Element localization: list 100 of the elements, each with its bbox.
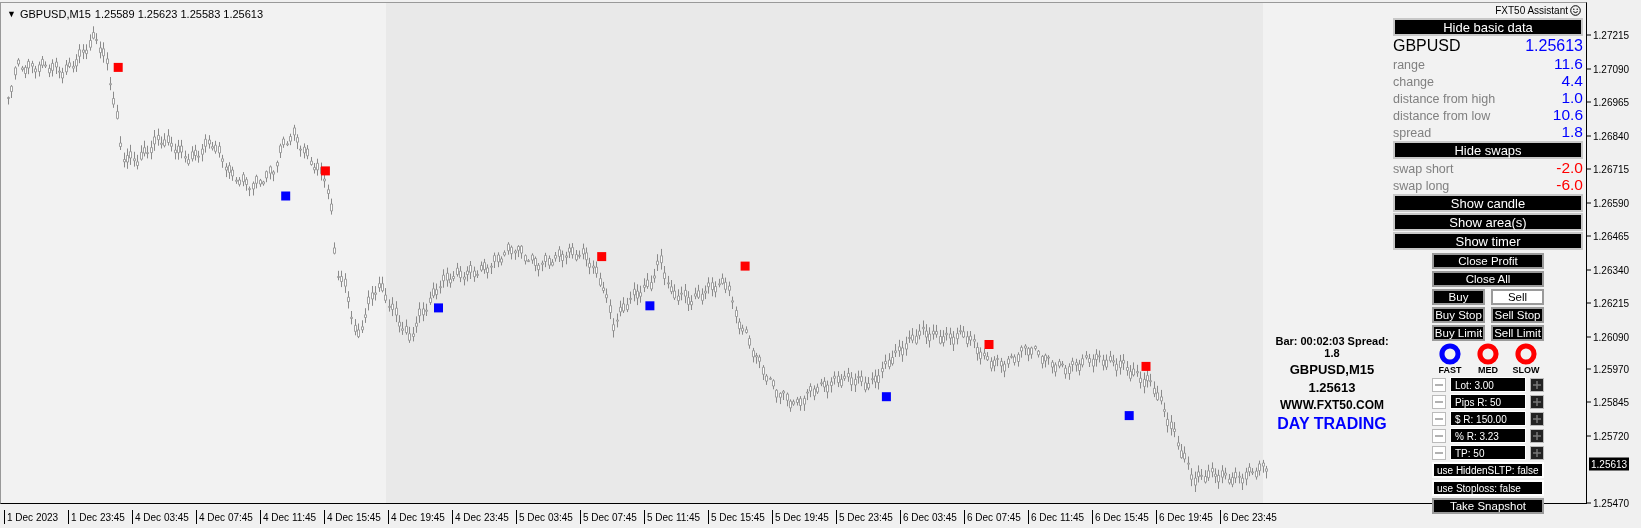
option-toggle[interactable]: use HiddenSLTP: false — [1432, 462, 1544, 478]
time-tick: 6 Dec 03:45 — [900, 509, 964, 524]
plus-icon[interactable] — [1530, 411, 1544, 426]
price-tick: 1.26590 — [1593, 197, 1630, 208]
stat-value: 10.6 — [1552, 107, 1583, 123]
toggle-button[interactable]: Hide basic data — [1393, 18, 1583, 36]
stat-value: 1.8 — [1561, 124, 1583, 140]
toggle-button[interactable]: Show area(s) — [1393, 213, 1583, 231]
menu-arrow[interactable]: ▼ — [7, 9, 16, 19]
smiley-icon — [1570, 4, 1581, 16]
price-tick: 1.26965 — [1593, 96, 1630, 108]
time-tick: 4 Dec 07:45 — [196, 509, 260, 524]
price-tick: 1.26090 — [1593, 331, 1630, 342]
order-button[interactable]: Sell — [1491, 289, 1544, 305]
signal-marker — [645, 301, 655, 311]
current-price: 1.25613 — [1589, 457, 1630, 471]
snapshot-button[interactable]: Take Snapshot — [1432, 498, 1544, 514]
signal-marker — [1124, 411, 1134, 421]
time-tick: 4 Dec 03:45 — [132, 509, 196, 524]
price-tick: 1.25720 — [1593, 430, 1630, 442]
price-tick: 1.25845 — [1593, 396, 1630, 408]
price-tick: 1.27215 — [1593, 29, 1630, 41]
price-label: 1.25613 — [1308, 380, 1356, 395]
plus-icon[interactable] — [1530, 445, 1544, 460]
signal-marker — [740, 261, 750, 271]
speed-label: SLOW — [1512, 365, 1540, 375]
signal-marker — [1141, 361, 1151, 371]
close-button[interactable]: Close Profit — [1432, 253, 1544, 269]
value-field[interactable]: TP: 50 — [1450, 445, 1526, 460]
toggle-button[interactable]: Hide swaps — [1393, 141, 1583, 159]
pending-order-button[interactable]: Buy Limit — [1432, 325, 1485, 341]
minus-icon[interactable] — [1432, 445, 1446, 460]
time-tick: 6 Dec 15:45 — [1092, 509, 1156, 524]
value-field[interactable]: Lot: 3.00 — [1450, 377, 1526, 392]
time-tick: 6 Dec 11:45 — [1028, 509, 1092, 524]
ring-icon[interactable] — [1515, 343, 1537, 365]
minus-icon[interactable] — [1432, 394, 1446, 409]
time-tick: 5 Dec 11:45 — [644, 509, 708, 524]
price-tick: 1.26215 — [1593, 297, 1630, 309]
symbol-label: GBPUSD — [1393, 37, 1461, 55]
value-field[interactable]: % R: 3.23 — [1450, 428, 1526, 443]
bar-info: Bar: 00:02:03 Spread: 1.8 — [1274, 335, 1390, 359]
time-tick: 5 Dec 19:45 — [772, 509, 836, 524]
price-tick: 1.26715 — [1593, 163, 1630, 175]
price-tick: 1.27090 — [1593, 63, 1630, 74]
toggle-button[interactable]: Show timer — [1393, 232, 1583, 250]
price-tick: 1.26340 — [1593, 264, 1630, 275]
signal-marker — [320, 166, 330, 176]
time-tick: 1 Dec 2023 — [4, 509, 68, 524]
stat-value: 4.4 — [1561, 73, 1583, 89]
pending-order-button[interactable]: Sell Stop — [1491, 307, 1544, 323]
time-tick: 4 Dec 19:45 — [388, 509, 452, 524]
option-toggle[interactable]: use Stoploss: false — [1432, 480, 1544, 496]
stat-value: -6.0 — [1556, 177, 1583, 193]
stat-label: range — [1393, 57, 1425, 73]
stat-value: 1.0 — [1561, 90, 1583, 106]
close-button[interactable]: Close All — [1432, 271, 1544, 287]
signal-marker — [984, 340, 994, 349]
value-field[interactable]: Pips R: 50 — [1450, 394, 1526, 409]
time-tick: 6 Dec 23:45 — [1220, 509, 1284, 524]
pending-order-button[interactable]: Sell Limit — [1491, 325, 1544, 341]
minus-icon[interactable] — [1432, 377, 1446, 392]
pending-order-button[interactable]: Buy Stop — [1432, 307, 1485, 323]
stat-label: spread — [1393, 125, 1432, 141]
signal-marker — [113, 62, 123, 72]
time-tick: 4 Dec 23:45 — [452, 509, 516, 524]
time-tick: 4 Dec 15:45 — [324, 509, 388, 524]
website-label: WWW.FXT50.COM — [1280, 398, 1384, 412]
tagline: DAY TRADING — [1277, 415, 1387, 433]
signal-marker — [281, 191, 291, 201]
plus-icon[interactable] — [1530, 394, 1544, 409]
minus-icon[interactable] — [1432, 411, 1446, 426]
stat-value: 1.25613 — [1525, 37, 1583, 55]
time-tick: 6 Dec 07:45 — [964, 509, 1028, 524]
time-tick: 6 Dec 19:45 — [1156, 509, 1220, 524]
plus-icon[interactable] — [1530, 377, 1544, 392]
time-tick: 5 Dec 03:45 — [516, 509, 580, 524]
stat-label: swap short — [1393, 161, 1454, 177]
minus-icon[interactable] — [1432, 428, 1446, 443]
time-tick: 5 Dec 15:45 — [708, 509, 772, 524]
signal-marker — [881, 392, 891, 402]
price-tick: 1.26840 — [1593, 130, 1630, 141]
ring-icon[interactable] — [1477, 343, 1499, 365]
time-tick: 5 Dec 23:45 — [836, 509, 900, 524]
panel-title: FXT50 Assistant — [1495, 4, 1568, 16]
symbol-label: GBPUSD,M15 — [1289, 362, 1375, 377]
price-tick: 1.25970 — [1593, 363, 1630, 375]
ring-icon[interactable] — [1439, 343, 1461, 365]
toggle-button[interactable]: Show candle — [1393, 194, 1583, 212]
signal-marker — [434, 303, 443, 313]
order-button[interactable]: Buy — [1432, 289, 1485, 305]
plus-icon[interactable] — [1530, 428, 1544, 443]
signal-marker — [597, 252, 607, 262]
stat-label: distance from low — [1393, 108, 1491, 124]
chart-symbol: GBPUSD,M15 — [19, 8, 91, 20]
ohlc-values: 1.25589 1.25623 1.25583 1.25613 — [94, 8, 264, 20]
time-tick: 5 Dec 07:45 — [580, 509, 644, 524]
price-tick: 1.26465 — [1593, 230, 1630, 242]
stat-label: change — [1393, 74, 1434, 90]
value-field[interactable]: $ R: 150.00 — [1450, 411, 1526, 426]
